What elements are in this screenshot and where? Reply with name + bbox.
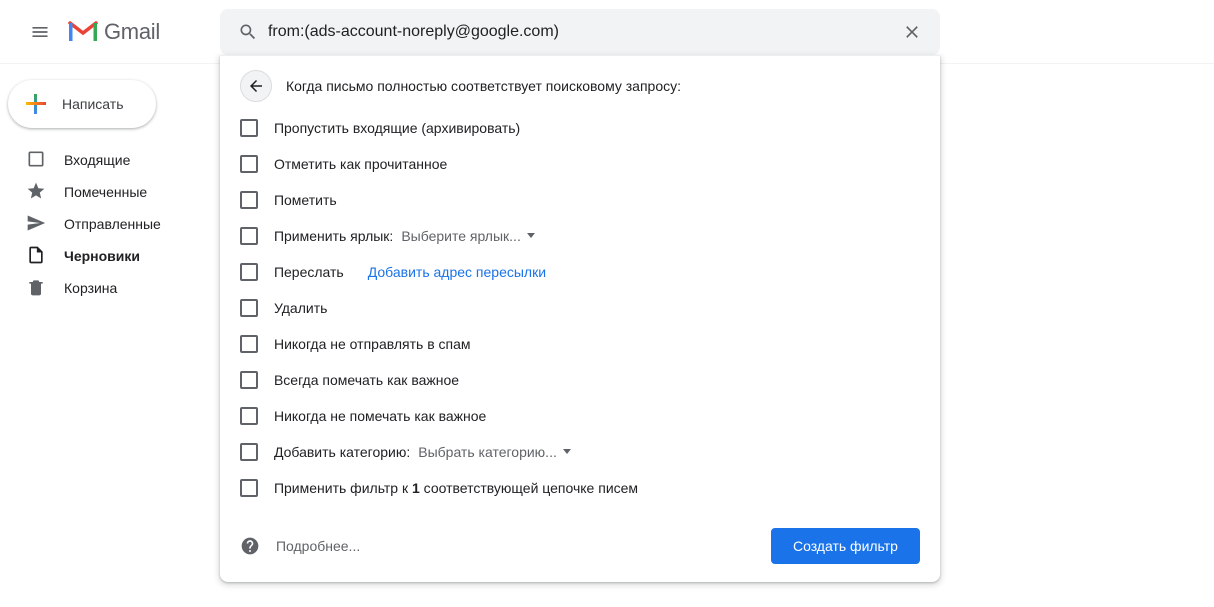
checkbox-apply-to-matching[interactable] [240, 479, 258, 497]
search-bar [220, 9, 940, 55]
close-icon [902, 22, 922, 42]
inbox-icon [26, 149, 64, 172]
option-label: Никогда не помечать как важное [274, 408, 486, 424]
sidebar-item-inbox[interactable]: Входящие [0, 144, 256, 176]
star-icon [26, 181, 64, 204]
plus-icon [20, 88, 52, 120]
dropdown-text: Выберите ярлык... [401, 228, 521, 244]
option-mark-read[interactable]: Отметить как прочитанное [220, 146, 940, 182]
clear-search-button[interactable] [892, 12, 932, 52]
option-label: Применить фильтр к 1 соответствующей цеп… [274, 480, 638, 496]
sidebar-item-label: Корзина [64, 280, 117, 296]
left-sidebar: Написать Входящие Помеченные Отправленные Ч… [0, 64, 256, 304]
checkbox-always-important[interactable] [240, 371, 258, 389]
trash-icon [26, 277, 64, 300]
checkbox-apply-label[interactable] [240, 227, 258, 245]
help-icon[interactable] [240, 536, 260, 556]
search-button[interactable] [228, 12, 268, 52]
option-always-important[interactable]: Всегда помечать как важное [220, 362, 940, 398]
option-forward[interactable]: Переслать Добавить адрес пересылки [220, 254, 940, 290]
checkbox-star[interactable] [240, 191, 258, 209]
filter-panel-footer: Подробнее... Создать фильтр [220, 506, 940, 572]
sidebar-item-label: Помеченные [64, 184, 147, 200]
option-label: Всегда помечать как важное [274, 372, 459, 388]
checkbox-delete[interactable] [240, 299, 258, 317]
sidebar-item-sent[interactable]: Отправленные [0, 208, 256, 240]
filter-panel-title: Когда письмо полностью соответствует пои… [286, 78, 681, 94]
option-label: Удалить [274, 300, 327, 316]
main-menu-button[interactable] [16, 8, 64, 56]
sidebar-item-trash[interactable]: Корзина [0, 272, 256, 304]
checkbox-categorize[interactable] [240, 443, 258, 461]
category-dropdown[interactable]: Выбрать категорию... [418, 444, 571, 460]
sidebar-item-drafts[interactable]: Черновики [0, 240, 256, 272]
option-star[interactable]: Пометить [220, 182, 940, 218]
option-categorize[interactable]: Добавить категорию: Выбрать категорию... [220, 434, 940, 470]
send-icon [26, 213, 64, 236]
app-header: Gmail Когда письмо полностью соответству… [0, 0, 1214, 64]
option-label: Добавить категорию: [274, 444, 410, 460]
filter-panel-header: Когда письмо полностью соответствует пои… [220, 56, 940, 110]
dropdown-text: Выбрать категорию... [418, 444, 557, 460]
option-never-important[interactable]: Никогда не помечать как важное [220, 398, 940, 434]
option-never-spam[interactable]: Никогда не отправлять в спам [220, 326, 940, 362]
option-label: Применить ярлык: [274, 228, 393, 244]
sidebar-item-starred[interactable]: Помеченные [0, 176, 256, 208]
chevron-down-icon [563, 449, 571, 454]
option-apply-label[interactable]: Применить ярлык: Выберите ярлык... [220, 218, 940, 254]
gmail-logo-text: Gmail [104, 19, 160, 45]
learn-more-link[interactable]: Подробнее... [276, 538, 360, 554]
create-filter-button[interactable]: Создать фильтр [771, 528, 920, 564]
option-label: Отметить как прочитанное [274, 156, 447, 172]
checkbox-never-important[interactable] [240, 407, 258, 425]
option-label: Никогда не отправлять в спам [274, 336, 471, 352]
checkbox-mark-read[interactable] [240, 155, 258, 173]
option-skip-inbox[interactable]: Пропустить входящие (архивировать) [220, 110, 940, 146]
checkbox-forward[interactable] [240, 263, 258, 281]
label-dropdown[interactable]: Выберите ярлык... [401, 228, 535, 244]
filter-back-button[interactable] [240, 70, 272, 102]
search-input[interactable] [268, 23, 892, 41]
hamburger-icon [30, 22, 50, 42]
option-label: Пометить [274, 192, 337, 208]
sidebar-item-label: Входящие [64, 152, 130, 168]
compose-label: Написать [62, 96, 123, 112]
option-label: Пропустить входящие (архивировать) [274, 120, 520, 136]
gmail-m-icon [68, 21, 98, 43]
chevron-down-icon [527, 233, 535, 238]
filter-options-panel: Когда письмо полностью соответствует пои… [220, 56, 940, 582]
arrow-left-icon [247, 77, 265, 95]
add-forward-address-link[interactable]: Добавить адрес пересылки [368, 264, 546, 280]
file-icon [26, 245, 64, 268]
option-label: Переслать [274, 264, 344, 280]
checkbox-skip-inbox[interactable] [240, 119, 258, 137]
compose-button[interactable]: Написать [8, 80, 156, 128]
search-container: Когда письмо полностью соответствует пои… [220, 9, 940, 55]
sidebar-item-label: Черновики [64, 248, 140, 264]
gmail-logo: Gmail [68, 19, 160, 45]
sidebar-item-label: Отправленные [64, 216, 161, 232]
option-apply-to-matching[interactable]: Применить фильтр к 1 соответствующей цеп… [220, 470, 940, 506]
checkbox-never-spam[interactable] [240, 335, 258, 353]
search-icon [238, 22, 258, 42]
option-delete[interactable]: Удалить [220, 290, 940, 326]
